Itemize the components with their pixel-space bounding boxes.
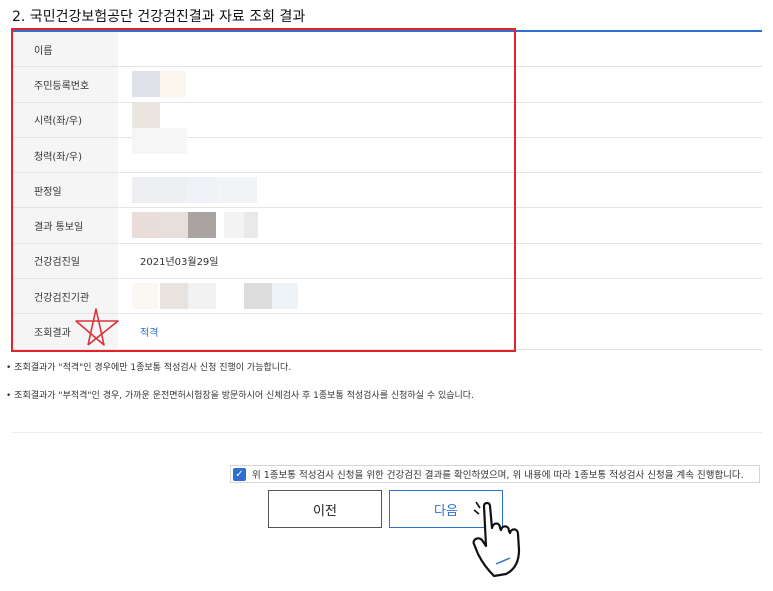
redacted-block xyxy=(132,212,160,239)
redacted-block xyxy=(224,212,244,239)
row-value xyxy=(130,32,762,66)
redacted-block xyxy=(132,283,158,310)
table-row-vision: 시력(좌/우) xyxy=(12,102,762,138)
row-label: 시력(좌/우) xyxy=(12,102,118,137)
section-title: 2. 국민건강보험공단 건강검진결과 자료 조회 결과 xyxy=(12,9,306,25)
redacted-block xyxy=(188,283,216,310)
redacted-block xyxy=(244,283,272,310)
row-value xyxy=(130,103,762,137)
row-label: 청력(좌/우) xyxy=(12,137,118,173)
row-label: 주민등록번호 xyxy=(12,67,118,102)
row-value xyxy=(130,67,762,101)
star-annotation-icon xyxy=(75,308,119,346)
notice-list: • 조회결과가 "적격"인 경우에만 1종보통 적성검사 신청 진행이 가능합니… xyxy=(6,360,474,416)
redacted-block xyxy=(187,177,217,204)
row-value: 2021년03월29일 xyxy=(140,257,219,269)
prev-button[interactable]: 이전 xyxy=(268,490,382,528)
redacted-block xyxy=(160,71,186,98)
table-row-checkup-institution: 건강검진기관 xyxy=(12,279,762,315)
notice-item: • 조회결과가 "적격"인 경우에만 1종보통 적성검사 신청 진행이 가능합니… xyxy=(6,363,292,373)
result-table: 이름 주민등록번호 시력(좌/우) 청력(좌/우) 판정일 결과 통보일 건강검… xyxy=(12,32,762,350)
redacted-block xyxy=(217,177,257,204)
row-label: 결과 통보일 xyxy=(12,208,118,243)
checkbox-checked-icon[interactable]: ✓ xyxy=(233,467,246,481)
pointing-hand-icon xyxy=(472,500,521,578)
row-value xyxy=(130,279,762,313)
row-label: 이름 xyxy=(12,32,118,67)
redacted-block xyxy=(188,212,216,239)
redacted-block xyxy=(132,127,187,154)
redacted-block xyxy=(160,283,188,310)
redacted-block xyxy=(160,212,188,239)
table-row-checkup-date: 건강검진일 2021년03월29일 xyxy=(12,243,762,280)
redacted-block xyxy=(272,283,298,310)
table-row-rrn: 주민등록번호 xyxy=(12,67,762,103)
redacted-block xyxy=(132,71,160,98)
table-row-hearing: 청력(좌/우) xyxy=(12,127,762,174)
redacted-block xyxy=(132,102,160,129)
consent-checkbox-row[interactable]: ✓ 위 1종보통 적성검사 신청을 위한 건강검진 결과를 확인하였으며, 위 … xyxy=(230,465,760,483)
notice-item: • 조회결과가 "부적격"인 경우, 가까운 운전면허시험장을 방문하시어 신체… xyxy=(6,391,474,401)
row-label: 건강검진일 xyxy=(12,243,118,279)
result-value: 적격 xyxy=(140,328,159,340)
row-label: 판정일 xyxy=(12,173,118,208)
table-row-result: 조회결과 적격 xyxy=(12,314,762,350)
divider xyxy=(12,432,762,433)
table-row-notice-date: 결과 통보일 xyxy=(12,208,762,244)
redacted-block xyxy=(132,177,187,204)
table-row-judgment-date: 판정일 xyxy=(12,173,762,209)
table-row-name: 이름 xyxy=(12,32,762,68)
redacted-block xyxy=(244,212,258,239)
row-value xyxy=(130,138,762,172)
consent-text: 위 1종보통 적성검사 신청을 위한 건강검진 결과를 확인하였으며, 위 내용… xyxy=(252,470,744,481)
